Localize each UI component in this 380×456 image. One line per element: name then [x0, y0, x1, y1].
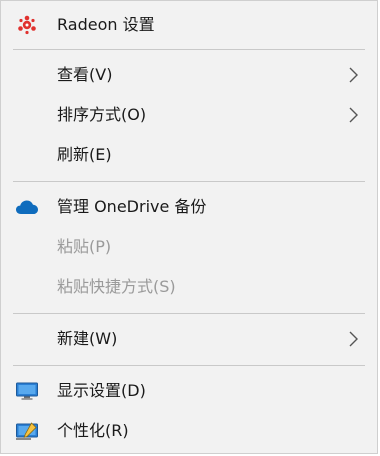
radeon-icon [15, 15, 39, 35]
menu-item-paste-shortcut: 粘贴快捷方式(S) [1, 267, 377, 307]
menu-item-label: 粘贴快捷方式(S) [57, 277, 176, 296]
menu-item-paste: 粘贴(P) [1, 227, 377, 267]
menu-item-radeon-settings[interactable]: Radeon 设置 [1, 5, 377, 45]
menu-item-view[interactable]: 查看(V) [1, 55, 377, 95]
menu-item-label: 个性化(R) [57, 421, 129, 440]
desktop-context-menu: Radeon 设置 查看(V) 排序方式(O) 刷新(E) 管理 OneDriv… [0, 0, 378, 454]
menu-item-manage-onedrive-backup[interactable]: 管理 OneDrive 备份 [1, 187, 377, 227]
display-settings-icon [15, 381, 39, 401]
separator [13, 181, 365, 182]
menu-item-label: Radeon 设置 [57, 15, 155, 34]
chevron-right-icon [349, 331, 358, 347]
separator [13, 49, 365, 50]
chevron-right-icon [349, 107, 358, 123]
menu-item-sort-by[interactable]: 排序方式(O) [1, 95, 377, 135]
separator [13, 313, 365, 314]
menu-item-personalize[interactable]: 个性化(R) [1, 411, 377, 451]
menu-item-label: 管理 OneDrive 备份 [57, 197, 207, 216]
separator [13, 365, 365, 366]
onedrive-cloud-icon [15, 197, 39, 217]
menu-item-label: 排序方式(O) [57, 105, 147, 124]
menu-item-label: 新建(W) [57, 329, 118, 348]
menu-item-refresh[interactable]: 刷新(E) [1, 135, 377, 175]
personalize-icon [15, 421, 39, 441]
menu-item-label: 刷新(E) [57, 145, 112, 164]
menu-item-new[interactable]: 新建(W) [1, 319, 377, 359]
menu-item-label: 查看(V) [57, 65, 113, 84]
menu-item-display-settings[interactable]: 显示设置(D) [1, 371, 377, 411]
menu-item-label: 显示设置(D) [57, 381, 146, 400]
chevron-right-icon [349, 67, 358, 83]
menu-item-label: 粘贴(P) [57, 237, 112, 256]
